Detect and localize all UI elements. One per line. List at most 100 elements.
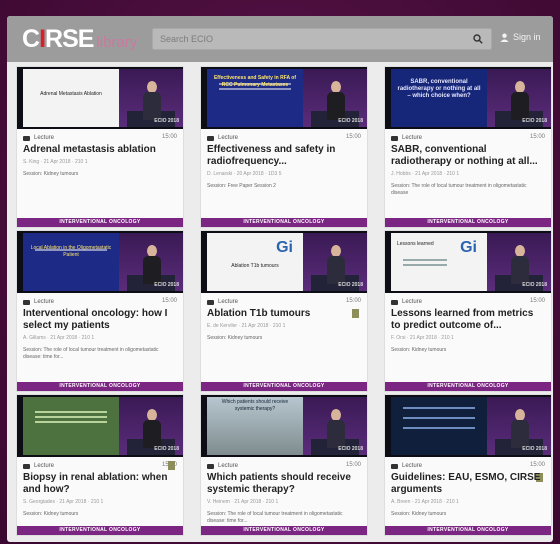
speaker-date: V. Heinem · 21 Apr 2018 · 210 1 bbox=[207, 499, 279, 505]
lecture-card[interactable]: ECIO 2018 Lecture 15:00 Guidelines: EAU,… bbox=[384, 394, 552, 536]
lecture-title[interactable]: Lessons learned from metrics to predict … bbox=[391, 308, 541, 332]
logo-library: library bbox=[96, 34, 138, 51]
duration: 15:00 bbox=[161, 134, 177, 140]
speaker-date: A. Gillams · 21 Apr 2018 · 210 1 bbox=[23, 335, 95, 341]
search-input[interactable] bbox=[153, 29, 463, 49]
category-badge[interactable]: INTERVENTIONAL ONCOLOGY bbox=[385, 218, 551, 227]
duration: 15:00 bbox=[529, 462, 545, 468]
cirse-library-page: CIRSElibrary Sign in Adrenal Metastasis … bbox=[7, 16, 553, 542]
video-thumbnail[interactable]: SABR, conventional radiotherapy or nothi… bbox=[385, 67, 551, 129]
lecture-title[interactable]: SABR, conventional radiotherapy or nothi… bbox=[391, 144, 541, 168]
content-type: Lecture bbox=[34, 299, 55, 305]
category-badge[interactable]: INTERVENTIONAL ONCOLOGY bbox=[201, 382, 367, 391]
speaker-date: D. Lenarski · 20 Apr 2018 · 1D3 5 bbox=[207, 171, 282, 177]
video-thumbnail[interactable]: Effectiveness and Safety in RFA of RCC P… bbox=[201, 67, 367, 129]
category-badge[interactable]: INTERVENTIONAL ONCOLOGY bbox=[385, 382, 551, 391]
speaker-date: F. Orsi · 21 Apr 2018 · 210 1 bbox=[391, 335, 454, 341]
duration: 15:00 bbox=[529, 298, 545, 304]
sign-in-button[interactable]: Sign in bbox=[500, 32, 541, 42]
lecture-card[interactable]: Adrenal Metastasis Ablation ECIO 2018 Le… bbox=[16, 66, 184, 228]
lecture-card[interactable]: Gi Ablation T1b tumours ECIO 2018 Lectur… bbox=[200, 230, 368, 392]
category-badge[interactable]: INTERVENTIONAL ONCOLOGY bbox=[17, 218, 183, 227]
content-type: Lecture bbox=[218, 299, 239, 305]
session-text: Session: The role of local tumour treatm… bbox=[207, 511, 343, 524]
gi-logo-icon: Gi bbox=[276, 239, 293, 256]
slide-title: SABR, conventional radiotherapy or nothi… bbox=[397, 79, 481, 99]
speaker-video: ECIO 2018 bbox=[487, 397, 551, 455]
category-badge[interactable]: INTERVENTIONAL ONCOLOGY bbox=[201, 526, 367, 535]
speaker-video: ECIO 2018 bbox=[487, 233, 551, 291]
video-thumbnail[interactable]: Gi Lessons learned ECIO 2018 bbox=[385, 231, 551, 293]
gi-logo-icon: Gi bbox=[460, 239, 477, 256]
session-text: Session: The role of local tumour treatm… bbox=[23, 347, 159, 360]
lecture-card[interactable]: Local Ablation in the Oligometastatic Pa… bbox=[16, 230, 184, 392]
slide-preview: Local Ablation in the Oligometastatic Pa… bbox=[23, 233, 119, 291]
session-text: Session: Kidney tumours bbox=[391, 347, 447, 353]
content-type: Lecture bbox=[218, 463, 239, 469]
search-icon[interactable] bbox=[473, 34, 483, 44]
speaker-video: ECIO 2018 bbox=[119, 397, 183, 455]
lecture-grid: Adrenal Metastasis Ablation ECIO 2018 Le… bbox=[16, 66, 552, 536]
meta-row: Lecture 15:00 bbox=[207, 133, 361, 143]
category-badge[interactable]: INTERVENTIONAL ONCOLOGY bbox=[17, 526, 183, 535]
venue-watermark: ECIO 2018 bbox=[338, 282, 363, 288]
slide-preview bbox=[391, 397, 487, 455]
session-text: Session: The role of local tumour treatm… bbox=[391, 183, 527, 196]
logo-rse: RSE bbox=[45, 25, 94, 53]
video-icon bbox=[23, 299, 30, 305]
lecture-title[interactable]: Effectiveness and safety in radiofrequen… bbox=[207, 144, 357, 168]
content-type: Lecture bbox=[402, 299, 423, 305]
lecture-title[interactable]: Biopsy in renal ablation: when and how? bbox=[23, 472, 173, 496]
category-badge[interactable]: INTERVENTIONAL ONCOLOGY bbox=[385, 526, 551, 535]
category-badge[interactable]: INTERVENTIONAL ONCOLOGY bbox=[201, 218, 367, 227]
slide-title: Local Ablation in the Oligometastatic Pa… bbox=[30, 245, 112, 258]
meta-row: Lecture 15:00 bbox=[391, 297, 545, 307]
content-type: Lecture bbox=[402, 463, 423, 469]
speaker-date: A. Breen · 21 Apr 2018 · 210 1 bbox=[391, 499, 459, 505]
video-thumbnail[interactable]: Adrenal Metastasis Ablation ECIO 2018 bbox=[17, 67, 183, 129]
category-badge[interactable]: INTERVENTIONAL ONCOLOGY bbox=[17, 382, 183, 391]
lecture-title[interactable]: Which patients should receive systemic t… bbox=[207, 472, 357, 496]
slide-preview: Gi Ablation T1b tumours bbox=[207, 233, 303, 291]
meta-row: Lecture 15:00 bbox=[23, 133, 177, 143]
duration: 15:00 bbox=[345, 462, 361, 468]
lecture-title[interactable]: Interventional oncology: how I select my… bbox=[23, 308, 173, 332]
speaker-video: ECIO 2018 bbox=[119, 233, 183, 291]
lecture-card[interactable]: Which patients should receive systemic t… bbox=[200, 394, 368, 536]
video-thumbnail[interactable]: Local Ablation in the Oligometastatic Pa… bbox=[17, 231, 183, 293]
video-icon bbox=[391, 299, 398, 305]
lecture-card[interactable]: ECIO 2018 Lecture 15:00 Biopsy in renal … bbox=[16, 394, 184, 536]
sign-in-label: Sign in bbox=[513, 32, 541, 42]
meta-row: Lecture 15:00 bbox=[391, 133, 545, 143]
speaker-video: ECIO 2018 bbox=[303, 397, 367, 455]
cirse-library-logo[interactable]: C I RSE library bbox=[22, 25, 137, 54]
duration: 15:00 bbox=[529, 134, 545, 140]
video-icon bbox=[23, 463, 30, 469]
session-text: Session: Kidney tumours bbox=[23, 171, 79, 177]
lecture-card[interactable]: Gi Lessons learned ECIO 2018 Lecture 15:… bbox=[384, 230, 552, 392]
lecture-title[interactable]: Guidelines: EAU, ESMO, CIRSE arguments bbox=[391, 472, 541, 496]
lecture-title[interactable]: Ablation T1b tumours bbox=[207, 308, 357, 320]
slide-preview: SABR, conventional radiotherapy or nothi… bbox=[391, 69, 487, 127]
lecture-title[interactable]: Adrenal metastasis ablation bbox=[23, 144, 173, 156]
bookmark-icon[interactable] bbox=[168, 461, 175, 470]
venue-watermark: ECIO 2018 bbox=[338, 118, 363, 124]
content-type: Lecture bbox=[34, 463, 55, 469]
duration: 15:00 bbox=[161, 298, 177, 304]
video-icon bbox=[207, 463, 214, 469]
content-type: Lecture bbox=[34, 135, 55, 141]
lecture-card[interactable]: Effectiveness and Safety in RFA of RCC P… bbox=[200, 66, 368, 228]
logo-c: C bbox=[22, 25, 40, 53]
speaker-video: ECIO 2018 bbox=[303, 69, 367, 127]
speaker-video: ECIO 2018 bbox=[303, 233, 367, 291]
lecture-card[interactable]: SABR, conventional radiotherapy or nothi… bbox=[384, 66, 552, 228]
speaker-date: J. Hobbs · 21 Apr 2018 · 210 1 bbox=[391, 171, 460, 177]
video-thumbnail[interactable]: ECIO 2018 bbox=[385, 395, 551, 457]
venue-watermark: ECIO 2018 bbox=[154, 282, 179, 288]
venue-watermark: ECIO 2018 bbox=[522, 118, 547, 124]
video-thumbnail[interactable]: Which patients should receive systemic t… bbox=[201, 395, 367, 457]
video-thumbnail[interactable]: ECIO 2018 bbox=[17, 395, 183, 457]
video-thumbnail[interactable]: Gi Ablation T1b tumours ECIO 2018 bbox=[201, 231, 367, 293]
venue-watermark: ECIO 2018 bbox=[154, 446, 179, 452]
slide-preview bbox=[23, 397, 119, 455]
